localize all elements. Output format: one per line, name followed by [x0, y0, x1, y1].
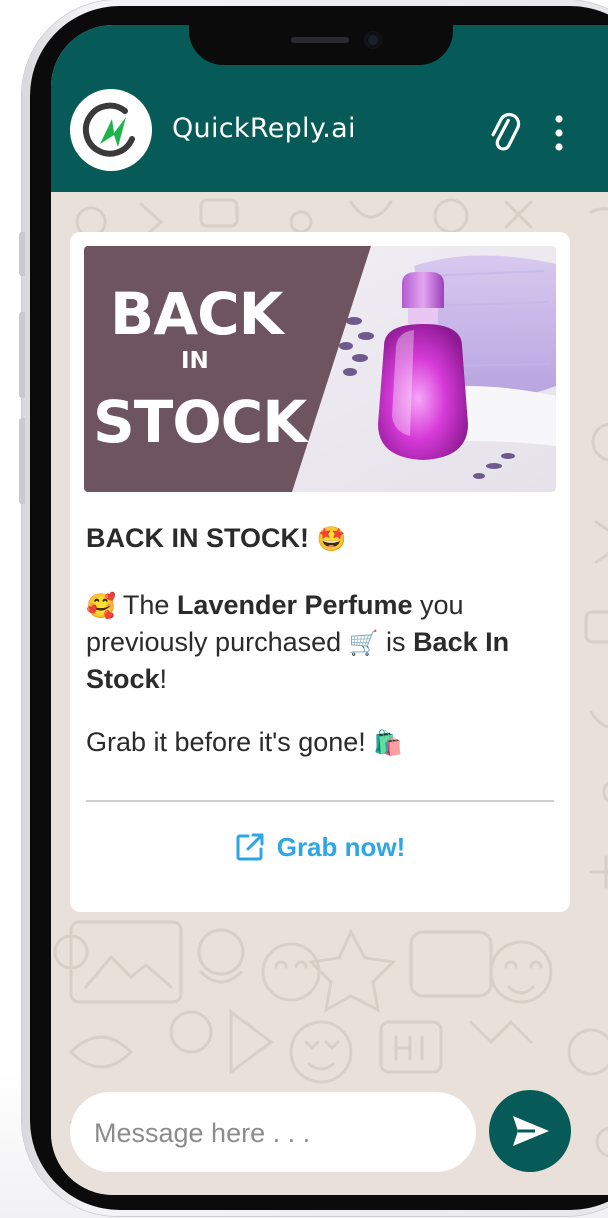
banner-text-stock: STOCK	[93, 388, 307, 456]
front-camera	[364, 31, 382, 49]
contact-avatar[interactable]	[70, 89, 152, 171]
message-body-text-4: !	[159, 664, 168, 694]
external-link-icon	[236, 833, 264, 861]
smiling-hearts-emoji: 🥰	[86, 592, 116, 620]
volume-down-button	[19, 418, 25, 504]
back-in-stock-banner: BACK IN STOCK	[84, 246, 556, 492]
send-icon	[513, 1116, 549, 1146]
banner-text-back: BACK	[110, 280, 284, 348]
chat-body: BACK IN STOCK BACK IN STOCK! 🤩 🥰 The Lav…	[51, 192, 608, 1195]
send-button[interactable]	[489, 1090, 571, 1172]
card-divider	[86, 800, 554, 802]
chat-title: QuickReply.ai	[172, 113, 356, 144]
message-body-text-3: is	[378, 627, 414, 657]
shopping-cart-emoji: 🛒	[348, 629, 379, 657]
message-closing-text: Grab it before it's gone!	[86, 727, 374, 757]
more-vertical-icon[interactable]	[552, 114, 566, 152]
grab-now-button[interactable]: Grab now!	[70, 832, 570, 882]
phone-mockup-stage: QuickReply.ai BACK IN STOCK BACK IN STOC…	[0, 0, 608, 1218]
shopping-bags-emoji: 🛍️	[373, 729, 404, 757]
message-title: BACK IN STOCK! 🤩	[86, 520, 556, 557]
product-name: Lavender Perfume	[176, 590, 413, 620]
message-card: BACK IN STOCK BACK IN STOCK! 🤩 🥰 The Lav…	[70, 232, 570, 912]
star-struck-emoji: 🤩	[316, 525, 347, 553]
paperclip-icon[interactable]	[488, 111, 522, 155]
mute-switch	[19, 232, 25, 276]
message-composer	[70, 1092, 476, 1172]
grab-now-label: Grab now!	[276, 832, 406, 862]
message-closing: Grab it before it's gone! 🛍️	[86, 724, 556, 761]
volume-up-button	[19, 312, 25, 398]
message-input[interactable]	[92, 1104, 466, 1162]
message-body: 🥰 The Lavender Perfume you previously pu…	[86, 587, 556, 697]
message-body-text-1: The	[115, 590, 177, 620]
phone-notch	[189, 25, 453, 65]
phone-screen: QuickReply.ai BACK IN STOCK BACK IN STOC…	[51, 25, 608, 1195]
earpiece-speaker	[291, 37, 349, 43]
message-title-text: BACK IN STOCK!	[86, 523, 310, 553]
quickreply-logo-icon	[82, 102, 135, 157]
banner-text-in: IN	[181, 348, 209, 374]
